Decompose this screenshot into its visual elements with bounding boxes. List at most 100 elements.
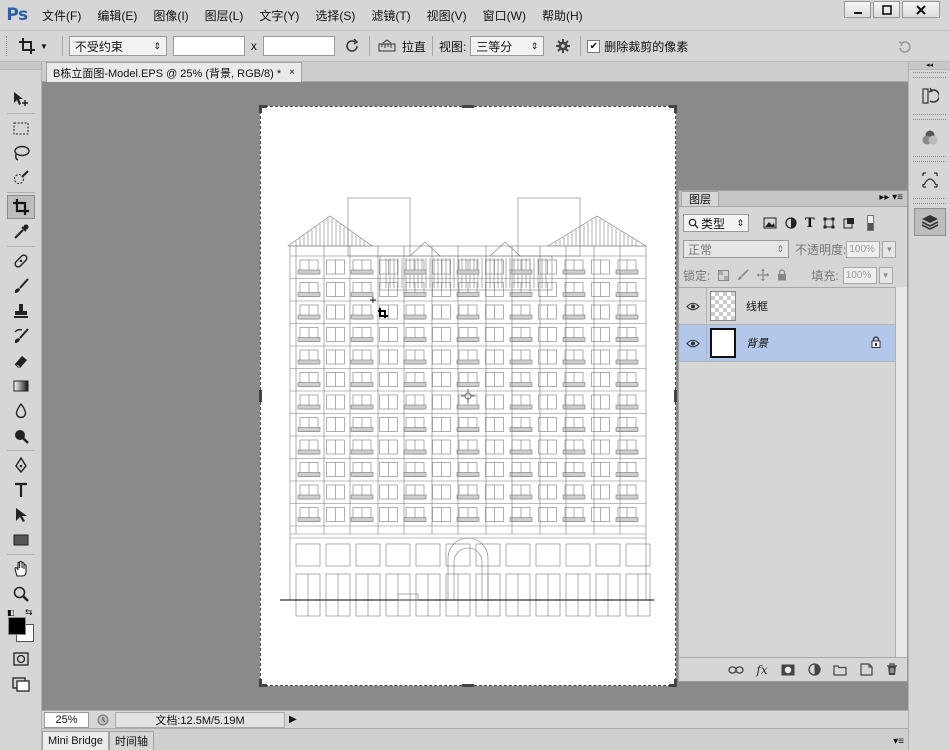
lock-pixels-icon[interactable] xyxy=(737,269,749,281)
menu-window[interactable]: 窗口(W) xyxy=(475,0,534,30)
menu-file[interactable]: 文件(F) xyxy=(34,0,89,30)
hand-tool-icon[interactable] xyxy=(7,557,35,581)
history-panel-icon[interactable] xyxy=(914,82,946,110)
view-overlay-select[interactable]: 三等分 ⇕ xyxy=(470,36,545,56)
minimize-icon[interactable] xyxy=(844,1,871,18)
screen-mode-icon[interactable] xyxy=(7,672,35,696)
default-colors-icon[interactable]: ◧ xyxy=(7,608,15,617)
delete-cropped-label[interactable]: 删除裁剪的像素 xyxy=(604,38,688,55)
eyedropper-tool-icon[interactable] xyxy=(7,220,35,244)
crop-icon[interactable] xyxy=(16,35,38,57)
visibility-toggle[interactable] xyxy=(679,324,707,362)
zoom-level-input[interactable]: 25% xyxy=(44,711,89,728)
straighten-icon[interactable] xyxy=(376,35,398,57)
blend-mode-select[interactable]: 正常 ⇕ xyxy=(683,240,789,258)
fx-icon[interactable]: fx xyxy=(753,661,771,679)
dock-grip[interactable] xyxy=(913,114,946,120)
delete-cropped-checkbox[interactable]: ✔ xyxy=(587,39,601,53)
marquee-tool-icon[interactable] xyxy=(7,116,35,140)
layer-row-background[interactable]: 背景 xyxy=(679,324,895,362)
brush-tool-icon[interactable] xyxy=(7,274,35,298)
quick-selection-tool-icon[interactable] xyxy=(7,166,35,190)
channels-panel-icon[interactable] xyxy=(914,124,946,152)
fill-input[interactable]: 100% xyxy=(842,266,877,284)
lasso-tool-icon[interactable] xyxy=(7,141,35,165)
options-grip[interactable] xyxy=(6,36,10,56)
mask-icon[interactable] xyxy=(779,661,797,679)
swap-colors-icon[interactable]: ⇆ xyxy=(25,607,33,618)
swap-dimensions-icon[interactable] xyxy=(341,35,363,57)
dock-collapse-icon[interactable]: ◂◂ xyxy=(909,62,950,70)
document-canvas[interactable] xyxy=(260,106,676,686)
foreground-color-swatch[interactable] xyxy=(8,617,26,635)
gradient-tool-icon[interactable] xyxy=(7,374,35,398)
lock-transparent-icon[interactable] xyxy=(718,269,730,281)
menu-help[interactable]: 帮助(H) xyxy=(534,0,591,30)
paths-panel-icon[interactable] xyxy=(914,166,946,194)
menu-filter[interactable]: 滤镜(T) xyxy=(363,0,418,30)
crop-height-input[interactable] xyxy=(262,36,335,56)
opacity-dropdown-icon[interactable]: ▾ xyxy=(882,240,897,258)
pen-tool-icon[interactable] xyxy=(7,453,35,477)
panel-menu-icon[interactable]: ▾≡ xyxy=(893,736,904,747)
lock-all-icon[interactable] xyxy=(777,269,787,281)
healing-brush-tool-icon[interactable] xyxy=(7,249,35,273)
type-tool-icon[interactable] xyxy=(7,478,35,502)
shape-filter-icon[interactable] xyxy=(823,217,835,229)
history-brush-tool-icon[interactable] xyxy=(7,324,35,348)
pixel-filter-icon[interactable] xyxy=(763,217,777,229)
tool-preset-arrow-icon[interactable]: ▼ xyxy=(40,42,48,51)
clone-stamp-tool-icon[interactable] xyxy=(7,299,35,323)
straighten-label[interactable]: 拉直 xyxy=(402,38,426,55)
link-icon[interactable] xyxy=(727,661,745,679)
tab-mini-bridge[interactable]: Mini Bridge xyxy=(42,731,110,750)
move-tool-icon[interactable] xyxy=(7,87,35,111)
menu-layer[interactable]: 图层(L) xyxy=(197,0,252,30)
reset-icon[interactable] xyxy=(894,36,916,58)
crop-tool-icon[interactable] xyxy=(6,195,35,219)
fill-dropdown-icon[interactable]: ▾ xyxy=(878,266,893,284)
dock-grip[interactable] xyxy=(913,198,946,204)
dodge-tool-icon[interactable] xyxy=(7,424,35,448)
maximize-icon[interactable] xyxy=(873,1,900,18)
panel-menu-icon[interactable]: ▸▸ ▾≡ xyxy=(879,192,903,203)
status-menu-arrow-icon[interactable]: ▶ xyxy=(289,714,297,725)
document-tab[interactable]: B栋立面图-Model.EPS @ 25% (背景, RGB/8) * × xyxy=(46,62,303,82)
layers-panel-icon[interactable] xyxy=(913,208,946,236)
type-filter-icon[interactable]: T xyxy=(805,216,815,231)
layers-scrollbar[interactable] xyxy=(895,287,907,657)
menu-type[interactable]: 文字(Y) xyxy=(251,0,307,30)
dock-grip[interactable] xyxy=(913,72,946,78)
tools-panel-grip[interactable] xyxy=(0,62,41,70)
opacity-input[interactable]: 100% xyxy=(846,240,881,258)
menu-edit[interactable]: 编辑(E) xyxy=(89,0,145,30)
crop-width-input[interactable] xyxy=(172,36,245,56)
new-layer-icon[interactable] xyxy=(857,661,875,679)
timing-icon[interactable] xyxy=(95,713,111,727)
rectangle-tool-icon[interactable] xyxy=(7,528,35,552)
close-tab-icon[interactable]: × xyxy=(289,67,295,78)
layer-row-wireframe[interactable]: 线框 xyxy=(679,287,895,325)
blur-tool-icon[interactable] xyxy=(7,399,35,423)
group-icon[interactable] xyxy=(831,661,849,679)
menu-view[interactable]: 视图(V) xyxy=(419,0,475,30)
menu-image[interactable]: 图像(I) xyxy=(145,0,196,30)
adjustment-icon[interactable] xyxy=(805,661,823,679)
smart-object-filter-icon[interactable] xyxy=(843,217,855,229)
close-icon[interactable] xyxy=(902,1,940,18)
menu-select[interactable]: 选择(S) xyxy=(307,0,363,30)
visibility-toggle[interactable] xyxy=(679,287,707,325)
tab-timeline[interactable]: 时间轴 xyxy=(109,731,155,750)
dock-grip[interactable] xyxy=(913,156,946,162)
quick-mask-icon[interactable] xyxy=(7,647,35,671)
gear-icon[interactable] xyxy=(552,35,574,57)
eraser-tool-icon[interactable] xyxy=(7,349,35,373)
layer-filter-select[interactable]: 类型 ⇕ xyxy=(683,214,749,232)
filter-toggle[interactable] xyxy=(866,215,874,231)
lock-position-icon[interactable] xyxy=(757,269,770,281)
adjustment-filter-icon[interactable] xyxy=(785,217,797,229)
layers-panel-tab[interactable]: 图层 xyxy=(681,191,719,206)
path-selection-tool-icon[interactable] xyxy=(7,503,35,527)
delete-icon[interactable] xyxy=(883,661,901,679)
zoom-tool-icon[interactable] xyxy=(7,582,35,606)
